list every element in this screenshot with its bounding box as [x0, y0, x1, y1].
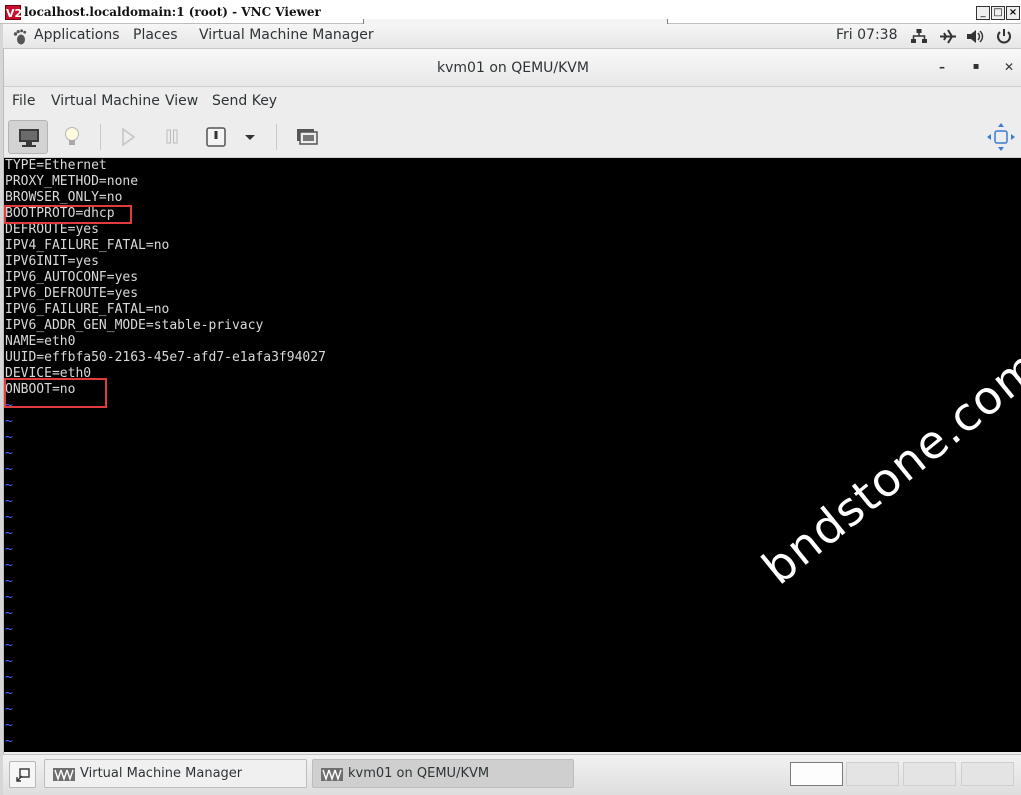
shutdown-button[interactable]: [196, 120, 236, 154]
console-file-content: TYPE=Ethernet PROXY_METHOD=none BROWSER_ON…: [5, 158, 326, 398]
foot-icon: [13, 29, 27, 45]
vm-window-header: kvm01 on QEMU/KVM – ▪ ✕: [4, 49, 1021, 87]
vi-tilde-line: ~: [5, 638, 13, 653]
console-line: IPV4_FAILURE_FATAL=no: [5, 238, 170, 253]
pause-icon: [166, 129, 178, 144]
virt-manager-icon: [321, 768, 343, 781]
vnc-close-button[interactable]: ×: [1006, 6, 1020, 20]
console-line: BROWSER_ONLY=no: [5, 190, 123, 205]
vm-menubar: File Virtual Machine View Send Key: [4, 87, 1021, 116]
task-kvm01-console[interactable]: kvm01 on QEMU/KVM: [312, 759, 574, 788]
console-line: TYPE=Ethernet: [5, 158, 107, 173]
details-bulb-icon: [65, 127, 79, 145]
console-line: UUID=effbfa50-2163-45e7-afd7-e1afa3f9402…: [5, 350, 326, 365]
menu-virtual-machine[interactable]: Virtual Machine: [51, 93, 160, 109]
pause-button[interactable]: [152, 120, 192, 154]
vi-tilde-line: ~: [5, 622, 13, 637]
power-icon[interactable]: [995, 28, 1013, 45]
virt-manager-icon: [53, 768, 75, 781]
vnc-restore-button[interactable]: □: [991, 6, 1005, 20]
show-desktop-icon: [16, 768, 30, 782]
onboot-highlight-box: [4, 378, 107, 408]
vm-console-window: kvm01 on QEMU/KVM – ▪ ✕ File Virtual Mac…: [3, 49, 1021, 754]
vnc-titlebar: V2 localhost.localdomain:1 (root) - VNC …: [0, 0, 1021, 26]
details-button[interactable]: [52, 120, 92, 154]
shutdown-icon: [206, 127, 226, 147]
vm-toolbar: [4, 116, 1021, 158]
taskbar: Virtual Machine Manager kvm01 on QEMU/KV…: [3, 754, 1021, 795]
vi-tilde-line: ~: [5, 686, 13, 701]
vi-tilde-line: ~: [5, 510, 13, 525]
vm-console-screen[interactable]: TYPE=Ethernet PROXY_METHOD=none BROWSER_ON…: [4, 158, 1021, 752]
applications-menu[interactable]: Applications: [34, 27, 120, 43]
gnome-top-panel: Applications Places Virtual Machine Mana…: [3, 24, 1021, 49]
console-line: IPV6_AUTOCONF=yes: [5, 270, 139, 285]
virt-manager-app-menu[interactable]: Virtual Machine Manager: [199, 27, 374, 43]
vi-tilde-line: ~: [5, 494, 13, 509]
task-label: kvm01 on QEMU/KVM: [348, 766, 490, 781]
show-desktop-button[interactable]: [9, 761, 36, 788]
task-label: Virtual Machine Manager: [80, 766, 243, 781]
shutdown-menu-button[interactable]: [236, 120, 264, 154]
vi-tilde-line: ~: [5, 558, 13, 573]
vi-tilde-line: ~: [5, 670, 13, 685]
vi-tilde-line: ~: [5, 430, 13, 445]
task-virtual-machine-manager[interactable]: Virtual Machine Manager: [44, 759, 307, 788]
vi-tilde-line: ~: [5, 574, 13, 589]
vm-minimize-button[interactable]: –: [934, 59, 950, 75]
vm-close-button[interactable]: ✕: [1001, 59, 1017, 75]
vi-tilde-line: ~: [5, 590, 13, 605]
workspace-4[interactable]: [961, 762, 1014, 786]
workspace-3[interactable]: [903, 762, 956, 786]
network-icon[interactable]: [910, 28, 928, 45]
clock[interactable]: Fri 07:38: [836, 27, 897, 43]
vi-tilde-line: ~: [5, 478, 13, 493]
console-line: PROXY_METHOD=none: [5, 174, 139, 189]
vi-tilde-line: ~: [5, 654, 13, 669]
snapshots-icon: [297, 129, 318, 145]
vi-tilde-line: ~: [5, 606, 13, 621]
places-menu[interactable]: Places: [133, 27, 178, 43]
vm-maximize-button[interactable]: ▪: [968, 59, 984, 75]
fullscreen-icon: [987, 123, 1015, 151]
workspace-2[interactable]: [846, 762, 899, 786]
vnc-minimize-button[interactable]: _: [976, 6, 990, 20]
vnc-window-title: localhost.localdomain:1 (root) - VNC Vie…: [24, 5, 321, 19]
vi-tilde-line: ~: [5, 718, 13, 733]
watermark: bndstone.com: [752, 339, 1021, 595]
toolbar-separator: [100, 124, 101, 150]
console-button[interactable]: [8, 120, 48, 154]
vi-tilde-line: ~: [5, 526, 13, 541]
run-icon: [122, 127, 136, 147]
console-icon: [19, 129, 39, 147]
console-line: DEFROUTE=yes: [5, 222, 99, 237]
vi-tilde-line: ~: [5, 542, 13, 557]
menu-file[interactable]: File: [12, 93, 35, 109]
airplane-icon[interactable]: [939, 28, 957, 45]
vm-window-title: kvm01 on QEMU/KVM: [437, 60, 589, 76]
bootproto-highlight-box: [4, 205, 132, 224]
console-line: IPV6_DEFROUTE=yes: [5, 286, 139, 301]
fullscreen-button[interactable]: [984, 120, 1018, 154]
shutdown-menu-chevron-icon: [245, 135, 255, 140]
toolbar-separator: [276, 124, 277, 150]
console-line: NAME=eth0: [5, 334, 76, 349]
console-line: IPV6_ADDR_GEN_MODE=stable-privacy: [5, 318, 264, 333]
run-button[interactable]: [108, 120, 148, 154]
volume-icon[interactable]: [966, 28, 984, 45]
vi-tilde-line: ~: [5, 734, 13, 749]
console-line: IPV6_FAILURE_FATAL=no: [5, 302, 170, 317]
menu-view[interactable]: View: [165, 93, 198, 109]
console-line: IPV6INIT=yes: [5, 254, 99, 269]
menu-send-key[interactable]: Send Key: [212, 93, 277, 109]
vi-tilde-line: ~: [5, 414, 13, 429]
vi-tilde-line: ~: [5, 446, 13, 461]
vi-tilde-line: ~: [5, 702, 13, 717]
snapshots-button[interactable]: [287, 120, 327, 154]
vnc-logo-icon: V2: [5, 5, 23, 20]
workspace-1[interactable]: [790, 762, 843, 786]
vi-tilde-line: ~: [5, 462, 13, 477]
